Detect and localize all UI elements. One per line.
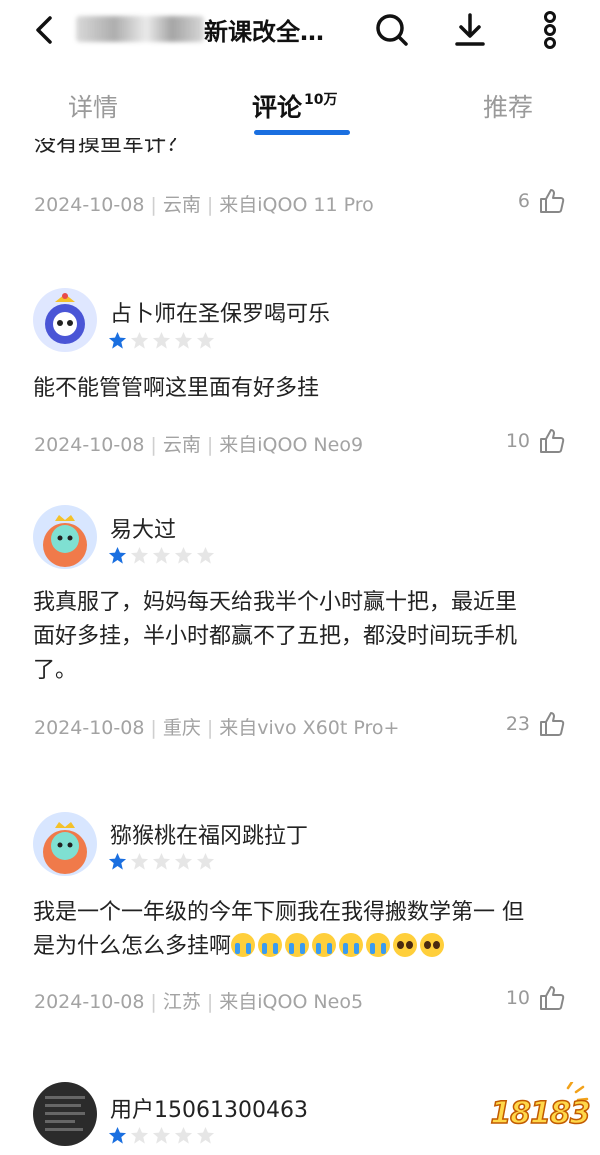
watermark-logo: 18183 (488, 1080, 592, 1144)
star-empty-icon (196, 331, 215, 349)
pleading-emoji-icon (420, 933, 445, 957)
like-count: 23 (505, 713, 530, 735)
blurred-app-name (76, 16, 204, 42)
star-empty-icon (130, 546, 149, 564)
like-count: 10 (505, 430, 530, 452)
comment-body: 我真服了，妈妈每天给我半个小时赢十把，最近里 面好多挂，半小时都赢不了五把，都没… (33, 590, 518, 683)
comment-meta: 2024-10-08 | 云南 | 来自iQOO Neo9 (34, 434, 364, 456)
tab-bar: 详情 评论 10万 推荐 (0, 78, 600, 140)
star-empty-icon (196, 852, 215, 870)
like-button[interactable]: 10 (506, 984, 566, 1012)
username[interactable]: 猕猴桃在福冈跳拉丁 (110, 818, 308, 850)
star-empty-icon (130, 1126, 149, 1144)
crying-emoji-icon (231, 933, 256, 957)
like-button[interactable]: 23 (506, 710, 566, 738)
star-empty-icon (152, 331, 171, 349)
star-empty-icon (174, 852, 193, 870)
star-empty-icon (130, 852, 149, 870)
crying-emoji-icon (258, 933, 283, 957)
watermark-text: 18183 (490, 1095, 592, 1132)
star-rating (108, 331, 215, 350)
star-empty-icon (152, 546, 171, 564)
like-count: 6 (517, 190, 530, 212)
comment-body-line-with-emoji: 是为什么怎么多挂啊 (33, 930, 573, 964)
search-icon[interactable] (372, 10, 412, 50)
comment-body: 我是一个一年级的今年下厕我在我得搬数学第一 但 是为什么怎么多挂啊 (33, 896, 573, 964)
page-title: 新课改全… (204, 18, 324, 46)
star-rating (108, 1126, 215, 1145)
star-empty-icon (174, 331, 193, 349)
comment-meta: 2024-10-08 | 重庆 | 来自vivo X60t Pro+ (34, 717, 400, 739)
avatar[interactable] (33, 1082, 97, 1146)
chevron-left-icon[interactable] (24, 10, 64, 50)
star-rating (108, 546, 215, 565)
star-empty-icon (130, 331, 149, 349)
crying-emoji-icon (312, 933, 337, 957)
username[interactable]: 占卜师在圣保罗喝可乐 (110, 296, 330, 328)
comment-meta: 2024-10-08 | 云南 | 来自iQOO 11 Pro (34, 194, 374, 216)
more-vertical-icon[interactable] (530, 10, 570, 50)
like-button[interactable]: 10 (506, 427, 566, 455)
thumbs-up-icon (540, 189, 565, 213)
star-empty-icon (196, 1126, 215, 1144)
avatar[interactable] (33, 288, 97, 352)
star-empty-icon (152, 1126, 171, 1144)
tab-comments[interactable]: 评论 10万 (252, 88, 338, 124)
like-count: 10 (505, 987, 530, 1009)
avatar[interactable] (33, 505, 97, 569)
download-icon[interactable] (450, 10, 490, 50)
star-empty-icon (174, 546, 193, 564)
comment-body: 能不能管管啊这里面有好多挂 (33, 376, 320, 401)
top-bar: 新课改全… (0, 0, 600, 66)
like-button[interactable]: 6 (518, 187, 566, 215)
crying-emoji-icon (366, 933, 391, 957)
avatar[interactable] (33, 812, 97, 876)
star-empty-icon (174, 1126, 193, 1144)
tab-details[interactable]: 详情 (68, 88, 118, 124)
crying-emoji-icon (285, 933, 310, 957)
tab-comments-label: 评论 (252, 93, 303, 122)
partial-comment-text: 没有摸鱼军计？ (34, 138, 189, 157)
star-filled-icon (108, 852, 127, 870)
active-tab-indicator (254, 130, 350, 135)
comment-meta: 2024-10-08 | 江苏 | 来自iQOO Neo5 (34, 991, 364, 1013)
tab-recommend[interactable]: 推荐 (483, 88, 533, 124)
star-filled-icon (108, 331, 127, 349)
thumbs-up-icon (540, 429, 565, 453)
thumbs-up-icon (540, 712, 565, 736)
thumbs-up-icon (540, 986, 565, 1010)
star-filled-icon (108, 546, 127, 564)
star-empty-icon (152, 852, 171, 870)
comment-count-badge: 10万 (304, 92, 338, 108)
crying-emoji-icon (339, 933, 364, 957)
pleading-emoji-icon (393, 933, 418, 957)
username[interactable]: 用户15061300463 (110, 1092, 308, 1124)
star-empty-icon (196, 546, 215, 564)
star-filled-icon (108, 1126, 127, 1144)
username[interactable]: 易大过 (110, 512, 176, 544)
star-rating (108, 852, 215, 871)
